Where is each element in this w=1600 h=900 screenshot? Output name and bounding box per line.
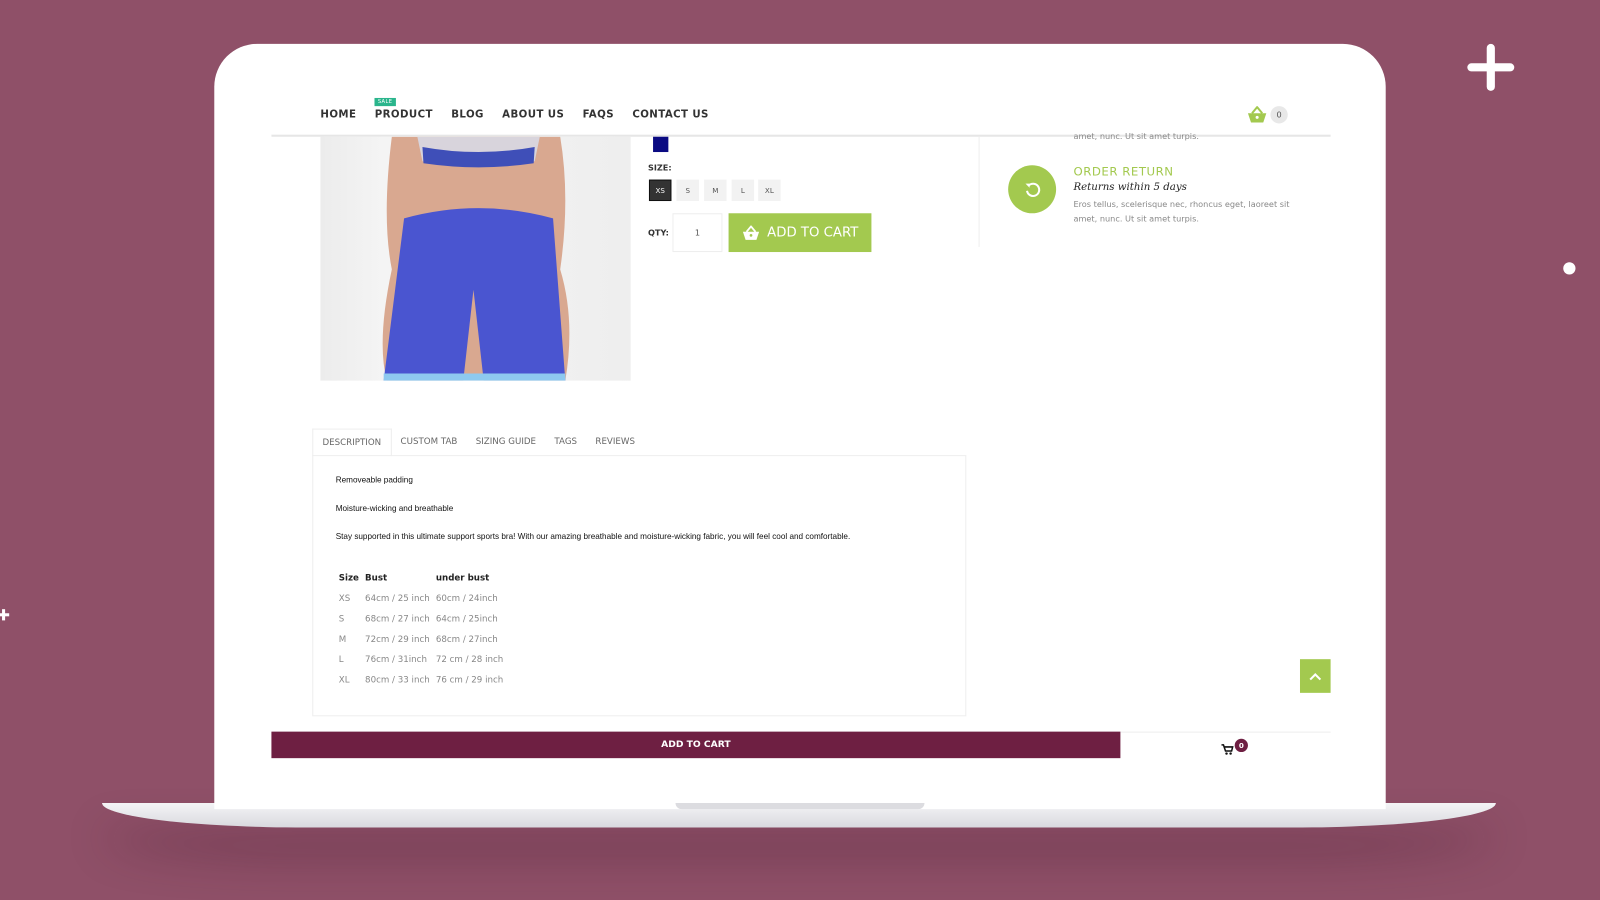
th: under bust — [435, 573, 490, 584]
main-nav: HOME SALE PRODUCT BLOG ABOUT US FAQS CONT… — [320, 97, 708, 121]
cell: 80cm / 33 inch — [365, 675, 430, 686]
basket-icon — [742, 224, 759, 240]
dot-decoration — [1563, 262, 1576, 275]
sticky-bar-divider — [1120, 731, 1331, 733]
add-to-cart-label: ADD TO CART — [767, 224, 859, 241]
desc-line: Moisture-wicking and breathable — [335, 504, 454, 514]
th: Size — [338, 573, 359, 584]
size-option-xl[interactable]: XL — [758, 179, 781, 202]
cell: 60cm / 24inch — [435, 593, 498, 605]
nav-faqs[interactable]: FAQS — [583, 109, 614, 120]
cell: XL — [338, 675, 350, 686]
nav-about[interactable]: ABOUT US — [502, 109, 564, 120]
size-option-s[interactable]: S — [676, 179, 699, 202]
cell: 76cm / 31inch — [365, 655, 427, 666]
cell: M — [338, 634, 347, 645]
cell: 64cm / 25 inch — [365, 593, 430, 605]
column-divider — [978, 136, 980, 247]
size-option-l[interactable]: L — [731, 179, 755, 202]
sticky-add-to-cart-button[interactable]: ADD TO CART — [271, 731, 1121, 759]
sale-badge: SALE — [374, 97, 396, 107]
nav-contact[interactable]: CONTACT US — [632, 109, 708, 120]
cell: 68cm / 27 inch — [365, 614, 430, 625]
tab-custom[interactable]: CUSTOM TAB — [391, 429, 466, 457]
desc-line: Removeable padding — [335, 475, 413, 485]
nav-product-label: PRODUCT — [374, 109, 433, 121]
product-image — [320, 136, 631, 381]
sticky-cart-icon[interactable] — [1221, 740, 1234, 759]
feature-subtitle: Returns within 5 days — [1073, 181, 1187, 193]
size-table: Size Bust under bust XS 64cm / 25 inch 60cm … — [336, 568, 507, 690]
desc-line: Stay supported in this ultimate support … — [335, 531, 851, 541]
table-row: XS 64cm / 25 inch 60cm / 24inch — [336, 589, 507, 609]
product-tabs: DESCRIPTION CUSTOM TAB SIZING GUIDE TAGS… — [312, 428, 644, 457]
color-swatch[interactable] — [653, 136, 669, 153]
size-label: SIZE: — [647, 163, 672, 173]
feature-text: Eros tellus, scelerisque nec, rhoncus eg… — [1073, 199, 1290, 224]
table-row: M 72cm / 29 inch 68cm / 27inch — [336, 630, 507, 650]
qty-label: QTY: — [647, 228, 669, 238]
size-option-m[interactable]: M — [704, 179, 727, 202]
nav-blog[interactable]: BLOG — [451, 109, 484, 120]
laptop-notch — [675, 803, 925, 810]
tab-sizing-guide[interactable]: SIZING GUIDE — [467, 429, 546, 457]
cell: XS — [338, 593, 351, 605]
cell: 72 cm / 28 inch — [435, 655, 504, 666]
add-to-cart-button[interactable]: ADD TO CART — [728, 213, 872, 253]
cell: L — [338, 655, 344, 666]
tab-description[interactable]: DESCRIPTION — [312, 428, 392, 457]
feature-title: ORDER RETURN — [1073, 164, 1174, 179]
table-row: L 76cm / 31inch 72 cm / 28 inch — [336, 650, 507, 670]
description-panel: Removeable padding Moisture-wicking and … — [312, 455, 967, 717]
nav-home[interactable]: HOME — [320, 109, 356, 120]
cell: 76 cm / 29 inch — [435, 675, 504, 686]
nav-product[interactable]: SALE PRODUCT — [374, 97, 433, 121]
size-option-xs[interactable]: XS — [648, 179, 672, 202]
tab-reviews[interactable]: REVIEWS — [586, 429, 644, 457]
qty-input[interactable]: 1 — [672, 213, 723, 253]
th: Bust — [365, 573, 388, 584]
table-row: S 68cm / 27 inch 64cm / 25inch — [336, 609, 507, 629]
sticky-cart-count: 0 — [1234, 738, 1248, 753]
tab-tags[interactable]: TAGS — [545, 429, 586, 457]
table-header: Size Bust under bust — [336, 568, 507, 588]
plus-decoration — [1486, 43, 1495, 91]
order-return-icon — [1008, 165, 1057, 214]
table-row: XL 80cm / 33 inch 76 cm / 29 inch — [336, 670, 507, 690]
basket-icon[interactable] — [1247, 105, 1267, 127]
cell: 72cm / 29 inch — [365, 634, 430, 645]
chevron-up-icon — [1309, 672, 1322, 680]
feature-prev-text: amet, nunc. Ut sit amet turpis. — [1073, 131, 1199, 141]
cell: 68cm / 27inch — [435, 634, 498, 645]
cell: S — [338, 614, 345, 625]
plus-decoration — [2, 609, 6, 621]
scroll-to-top-button[interactable] — [1299, 659, 1331, 693]
cell: 64cm / 25inch — [435, 614, 498, 625]
cart-count-badge: 0 — [1270, 106, 1288, 124]
